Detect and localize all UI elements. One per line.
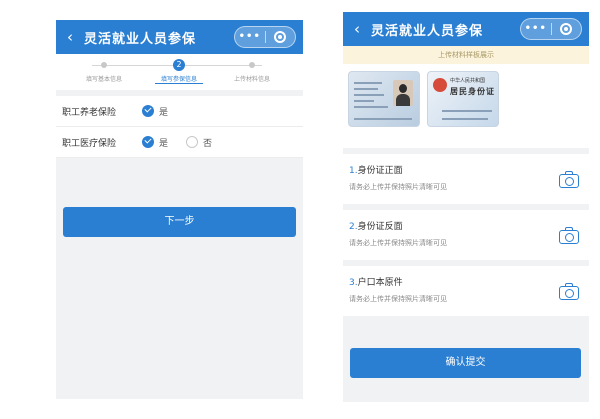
medical-yes-radio[interactable] <box>142 136 154 148</box>
upload-note: 请务必上传并保持照片清晰可见 <box>349 239 447 247</box>
upload-title-text: 身份证反面 <box>357 222 403 232</box>
id-card-front-sample <box>348 71 420 127</box>
text-line <box>442 110 492 112</box>
portrait-photo <box>393 80 413 106</box>
mini-program-capsule: ••• <box>520 18 582 40</box>
step-label-3: 上传材料信息 <box>233 76 270 83</box>
text-line <box>354 82 382 84</box>
close-icon[interactable] <box>552 23 582 35</box>
text-line <box>354 100 374 102</box>
id-number-line <box>354 118 412 120</box>
medical-insurance-label: 职工医疗保险 <box>62 138 117 149</box>
text-line <box>442 118 488 120</box>
confirm-submit-button[interactable]: 确认提交 <box>350 348 581 378</box>
camera-icon[interactable] <box>559 227 579 244</box>
medical-no-label[interactable]: 否 <box>203 136 212 149</box>
page-title: 灵活就业人员参保 <box>84 31 197 47</box>
upload-materials-screen: ‹ 灵活就业人员参保 ••• 上传材料样板展示 中华人民共和国 居民身份证 1.… <box>343 12 589 402</box>
id-card-back-sample: 中华人民共和国 居民身份证 <box>427 71 499 127</box>
sample-hint-banner: 上传材料样板展示 <box>343 46 589 64</box>
close-icon[interactable] <box>266 31 296 43</box>
sample-images: 中华人民共和国 居民身份证 <box>343 64 589 148</box>
pension-yes-label[interactable]: 是 <box>159 105 168 118</box>
text-line <box>354 88 378 90</box>
national-emblem-icon <box>433 78 447 92</box>
upload-number: 2. <box>349 222 358 232</box>
upload-number: 3. <box>349 278 358 288</box>
camera-icon[interactable] <box>559 283 579 300</box>
next-step-button[interactable]: 下一步 <box>63 207 296 237</box>
pension-insurance-label: 职工养老保险 <box>62 107 117 118</box>
upload-household-register[interactable]: 3.户口本原件 请务必上传并保持照片清晰可见 <box>343 266 589 316</box>
step-dot-1 <box>101 62 107 68</box>
pension-insurance-row: 职工养老保险 是 <box>56 96 303 127</box>
step-label-1: 填写基本信息 <box>85 76 122 83</box>
pension-yes-radio[interactable] <box>142 105 154 117</box>
back-button[interactable]: ‹ <box>343 12 371 46</box>
upload-title-text: 身份证正面 <box>357 166 403 176</box>
upload-id-front[interactable]: 1.身份证正面 请务必上传并保持照片清晰可见 <box>343 154 589 204</box>
step-dot-2: 2 <box>173 59 185 71</box>
upload-title: 3.户口本原件 <box>349 275 403 288</box>
back-button[interactable]: ‹ <box>56 20 84 54</box>
camera-icon[interactable] <box>559 171 579 188</box>
more-icon[interactable]: ••• <box>521 19 551 39</box>
medical-no-radio[interactable] <box>186 136 199 148</box>
mini-program-capsule: ••• <box>234 26 296 48</box>
upload-number: 1. <box>349 166 358 176</box>
upload-note: 请务必上传并保持照片清晰可见 <box>349 295 447 303</box>
step-label-2: 填写参保信息 <box>160 76 197 83</box>
text-line <box>354 106 388 108</box>
upload-note: 请务必上传并保持照片清晰可见 <box>349 183 447 191</box>
medical-yes-label[interactable]: 是 <box>159 136 168 149</box>
upload-title: 1.身份证正面 <box>349 163 403 176</box>
id-card-title-text: 居民身份证 <box>450 87 495 96</box>
active-step-underline <box>155 83 203 84</box>
nav-bar: ‹ 灵活就业人员参保 ••• <box>56 20 303 54</box>
text-line <box>354 94 384 96</box>
step-dot-3 <box>249 62 255 68</box>
upload-title-text: 户口本原件 <box>357 278 403 288</box>
more-icon[interactable]: ••• <box>235 27 265 47</box>
medical-insurance-row: 职工医疗保险 是 否 <box>56 127 303 158</box>
upload-title: 2.身份证反面 <box>349 219 403 232</box>
nav-bar: ‹ 灵活就业人员参保 ••• <box>343 12 589 46</box>
id-country-text: 中华人民共和国 <box>450 78 486 84</box>
progress-stepper: 2 填写基本信息 填写参保信息 上传材料信息 <box>56 54 303 90</box>
insurance-form-screen: ‹ 灵活就业人员参保 ••• 2 填写基本信息 填写参保信息 上传材料信息 职工… <box>56 20 303 399</box>
upload-id-back[interactable]: 2.身份证反面 请务必上传并保持照片清晰可见 <box>343 210 589 260</box>
page-title: 灵活就业人员参保 <box>371 23 484 39</box>
